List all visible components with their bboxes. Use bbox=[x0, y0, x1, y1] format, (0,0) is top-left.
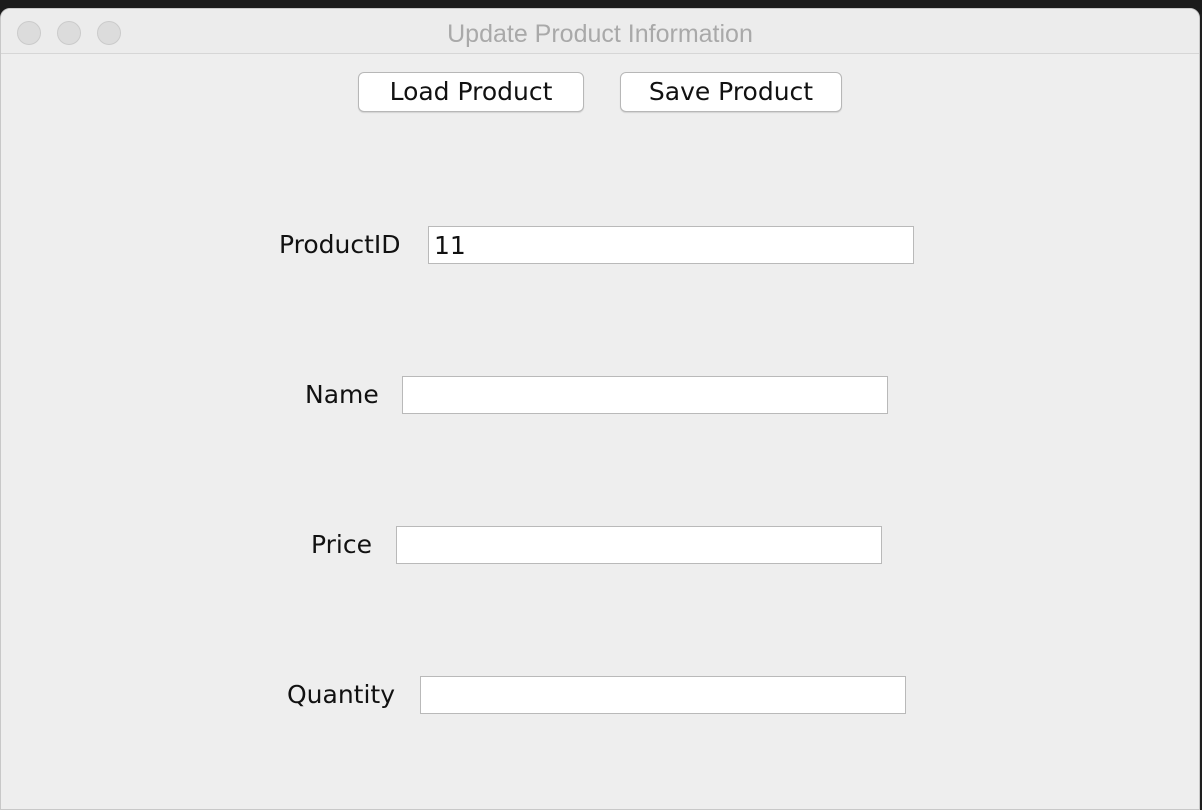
quantity-field[interactable] bbox=[420, 676, 906, 714]
window-title: Update Product Information bbox=[447, 20, 753, 48]
price-field[interactable] bbox=[396, 526, 882, 564]
product-id-label: ProductID bbox=[279, 230, 401, 259]
window-titlebar: Update Product Information bbox=[1, 9, 1199, 54]
name-field[interactable] bbox=[402, 376, 888, 414]
load-product-button[interactable]: Load Product bbox=[358, 72, 584, 112]
name-label: Name bbox=[305, 380, 379, 409]
product-id-field[interactable] bbox=[428, 226, 914, 264]
price-label: Price bbox=[311, 530, 372, 559]
save-product-button[interactable]: Save Product bbox=[620, 72, 842, 112]
app-window: Update Product Information Load Product … bbox=[0, 8, 1200, 810]
quantity-label: Quantity bbox=[287, 680, 396, 709]
